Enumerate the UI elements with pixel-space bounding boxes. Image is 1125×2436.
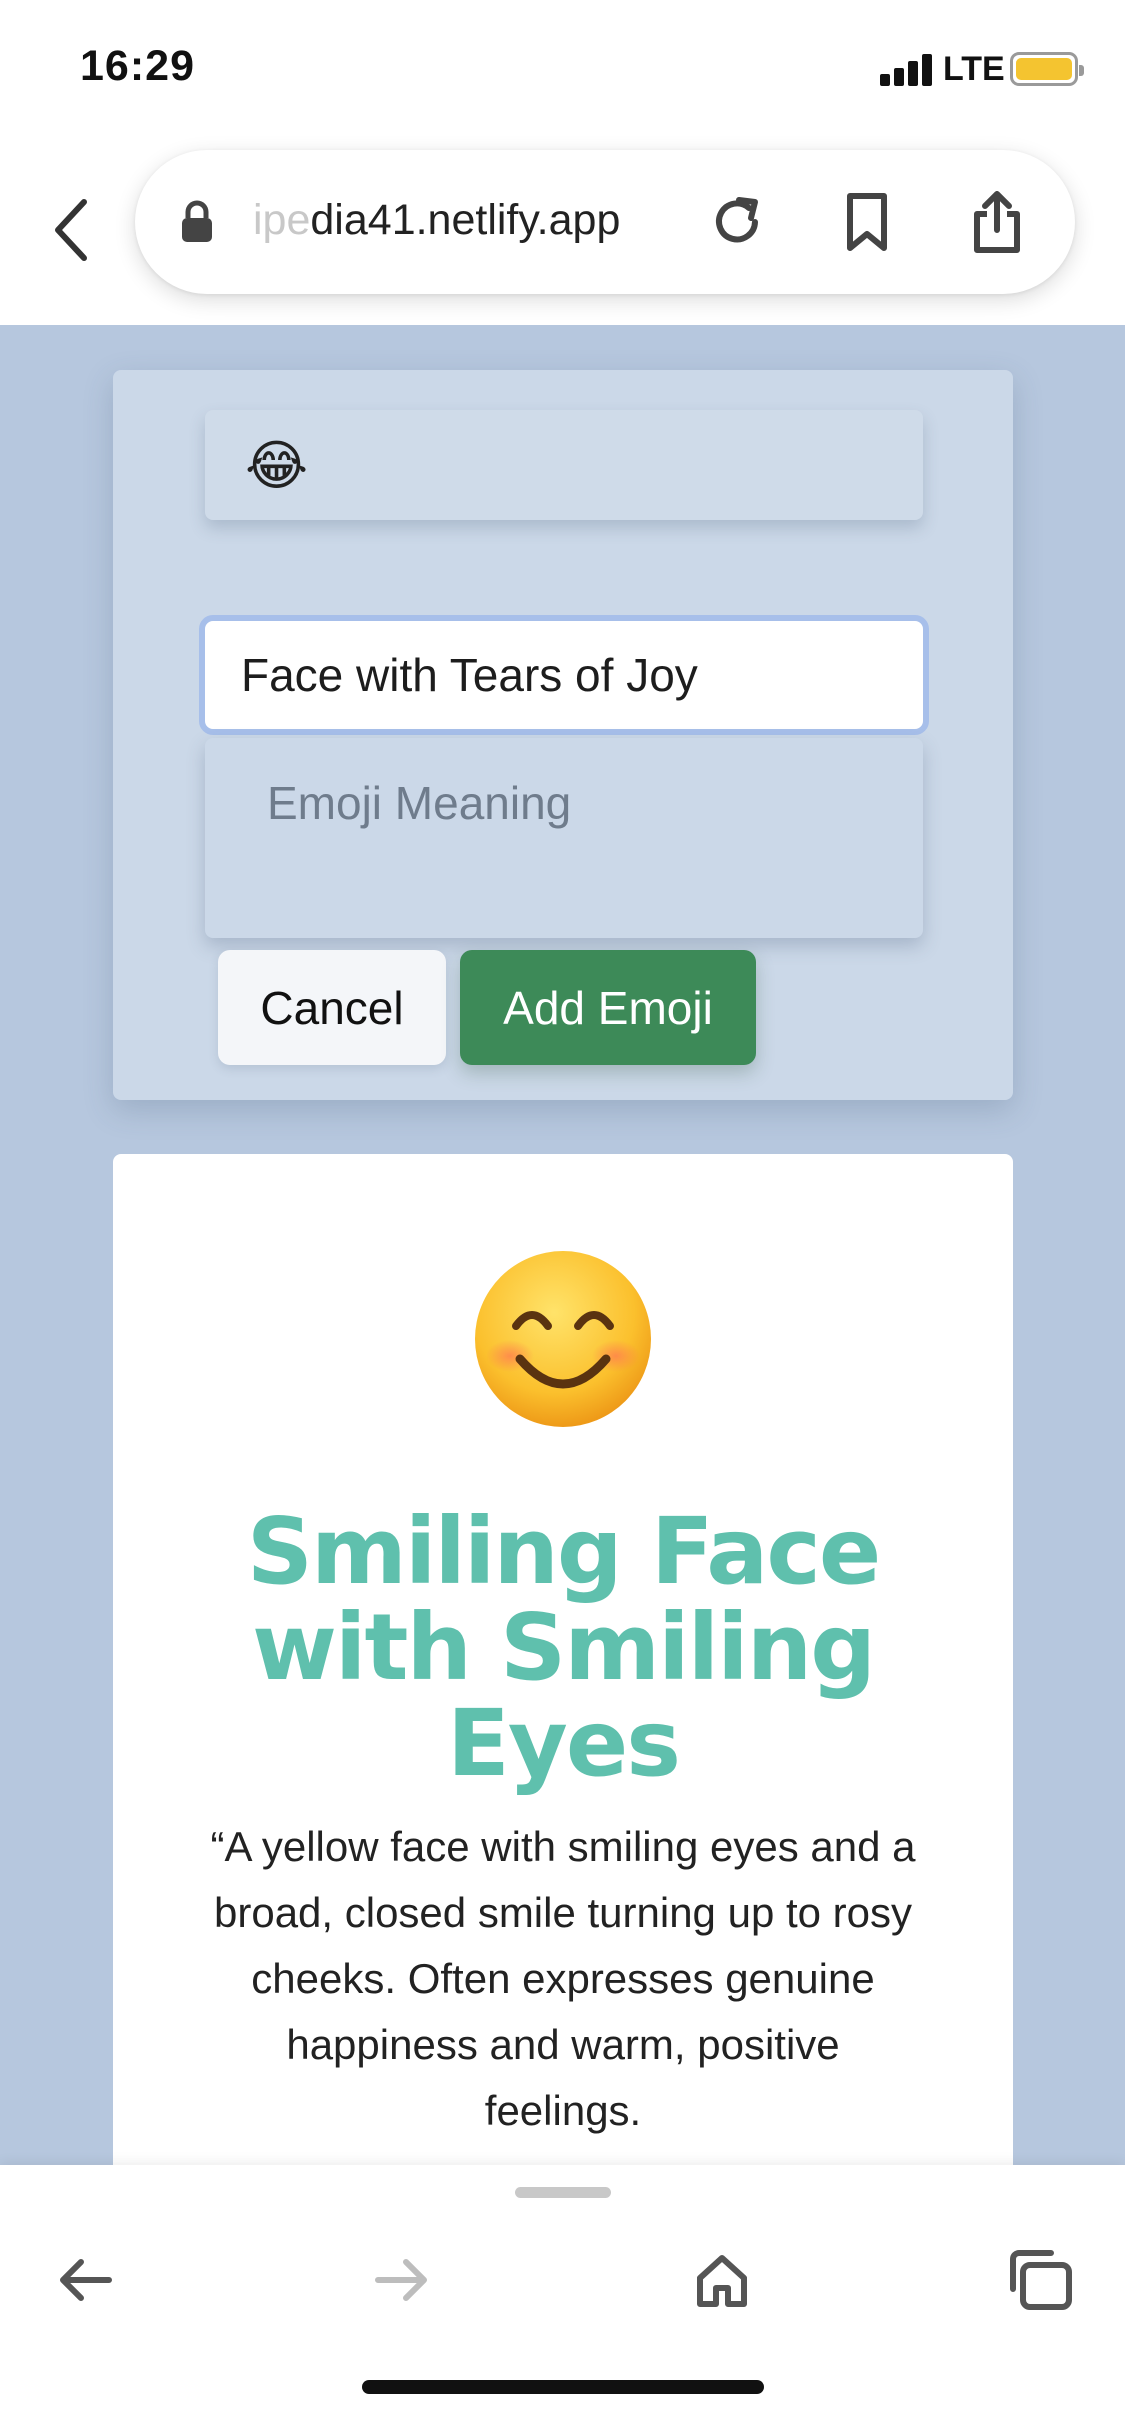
chevron-left-icon[interactable] (40, 190, 100, 270)
drag-handle[interactable] (515, 2187, 611, 2198)
tabs-icon[interactable] (1000, 2240, 1080, 2320)
address-bar[interactable]: ipedia41.netlify.app (135, 150, 1075, 294)
emoji-description: “A yellow face with smiling eyes and a b… (210, 1823, 916, 2134)
status-bar: 16:29 LTE (0, 0, 1125, 140)
arrow-left-icon[interactable] (45, 2240, 125, 2320)
emoji-name-input[interactable] (199, 615, 929, 735)
arrow-right-icon[interactable] (362, 2240, 442, 2320)
battery-icon (1010, 52, 1084, 86)
page-content: 😂 Cancel Add Emoji (0, 325, 1125, 2165)
emoji-title: Smiling Face with Smiling Eyes (246, 1498, 882, 1797)
emoji-card: Smiling Face with Smiling Eyes “A yellow… (113, 1154, 1013, 2165)
share-icon[interactable] (965, 190, 1029, 254)
home-indicator[interactable] (362, 2380, 764, 2394)
add-emoji-form: 😂 Cancel Add Emoji (113, 370, 1013, 1100)
bottom-toolbar (0, 2165, 1125, 2436)
cancel-button[interactable]: Cancel (218, 950, 446, 1065)
signal-icon (880, 52, 936, 86)
emoji-input[interactable]: 😂 (205, 410, 923, 520)
add-emoji-button[interactable]: Add Emoji (460, 950, 756, 1065)
bookmark-icon[interactable] (835, 190, 899, 254)
network-label: LTE (943, 50, 1005, 88)
emoji-meaning-input[interactable] (205, 738, 923, 938)
lock-icon (180, 200, 214, 244)
status-time: 16:29 (80, 42, 195, 90)
browser-toolbar: ipedia41.netlify.app (0, 140, 1125, 325)
home-icon[interactable] (682, 2240, 762, 2320)
smiling-face-emoji-icon (468, 1244, 658, 1434)
reload-icon[interactable] (705, 190, 769, 254)
url-text[interactable]: ipedia41.netlify.app (253, 196, 620, 245)
